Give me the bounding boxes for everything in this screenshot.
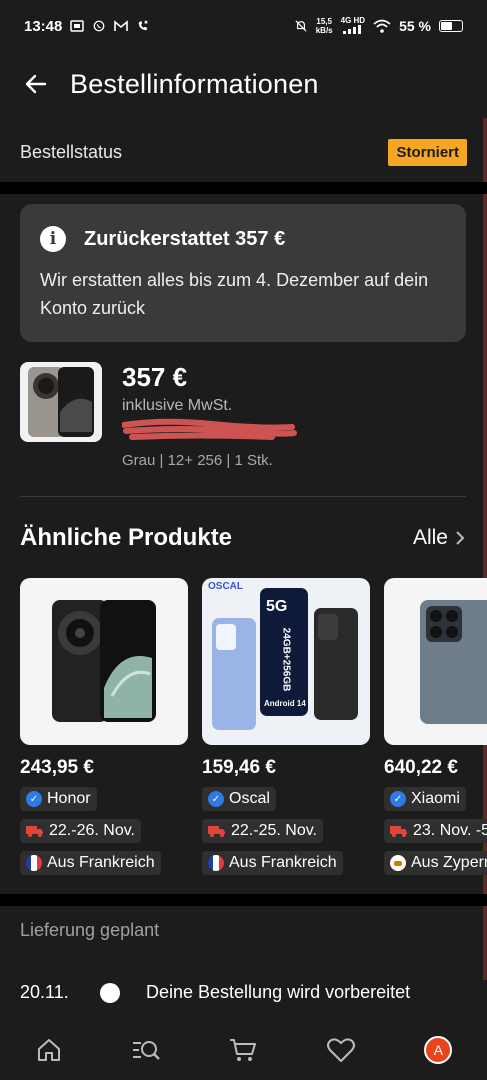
refund-text: Wir erstatten alles bis zum 4. Dezember …: [40, 270, 429, 318]
heart-icon: [326, 1038, 355, 1062]
brand-name: Honor: [47, 790, 91, 807]
status-bar: 13:48 15,5 kB/s 4G HD 55 %: [0, 0, 487, 52]
battery-icon: [439, 20, 463, 32]
redacted-scribble: [121, 418, 297, 440]
home-icon: [37, 1039, 60, 1061]
refund-title: Zurückerstattet 357 €: [84, 227, 286, 250]
order-status-row: Bestellstatus Storniert: [0, 128, 487, 176]
origin-text: Aus Frankreich: [229, 854, 337, 871]
origin-chip: Aus Frankreich: [20, 851, 161, 875]
product-card[interactable]: OSCAL 5G 24GB+256GB Android 14 159,46 € …: [202, 578, 370, 876]
order-status-label: Bestellstatus: [20, 141, 123, 162]
status-time: 13:48: [24, 17, 63, 35]
nav-wishlist[interactable]: [317, 1026, 365, 1074]
similar-products-heading: Ähnliche Produkte: [20, 524, 233, 551]
france-flag-icon: [208, 855, 224, 871]
nav-categories[interactable]: [122, 1026, 170, 1074]
delivery-timeline-item: 20.11. Deine Bestellung wird vorbereitet: [20, 982, 466, 1003]
delivery-date: 23. Nov. -5: [413, 822, 487, 839]
xiaomi-phone-image: [420, 600, 487, 724]
truck-icon: [208, 826, 225, 837]
delivery-chip: 22.-25. Nov.: [202, 819, 323, 843]
verified-icon: ✓: [208, 791, 224, 807]
verified-icon: ✓: [390, 791, 406, 807]
phone-image: [28, 367, 94, 437]
truck-icon: [390, 826, 407, 837]
similar-price: 243,95 €: [20, 757, 94, 778]
status-badge: Storniert: [388, 138, 467, 166]
similar-products-header: Ähnliche Produkte Alle: [20, 518, 466, 558]
vat-note: inklusive MwSt.: [122, 397, 233, 414]
cart-icon: [230, 1039, 257, 1061]
product-image[interactable]: [384, 578, 487, 745]
battery-percent: 55 %: [399, 18, 431, 34]
product-image[interactable]: OSCAL 5G 24GB+256GB Android 14: [202, 578, 370, 745]
verified-icon: ✓: [26, 791, 42, 807]
nav-home[interactable]: [25, 1026, 73, 1074]
brand-chip: ✓ Oscal: [202, 787, 276, 811]
product-image[interactable]: [20, 578, 188, 745]
brand-name: Xiaomi: [411, 790, 460, 807]
signal-strength: 4G HD: [341, 16, 365, 36]
similar-price: 159,46 €: [202, 757, 276, 778]
ordered-product[interactable]: 357 € inklusive MwSt. Grau | 12+ 256 | 1…: [20, 362, 466, 482]
delivery-label: Lieferung geplant: [20, 920, 160, 940]
section-divider: [0, 894, 487, 906]
delivery-date: 22.-25. Nov.: [231, 822, 317, 839]
back-button[interactable]: [20, 68, 52, 100]
sim-card-icon: [70, 20, 85, 32]
5g-badge: 5G: [266, 598, 288, 615]
refund-info-card: i Zurückerstattet 357 € Wir erstatten al…: [20, 204, 466, 342]
arrow-left-icon: [25, 74, 47, 94]
timeline-dot: [100, 982, 120, 1003]
wifi-icon: [373, 19, 391, 33]
nav-profile[interactable]: A: [414, 1026, 462, 1074]
brand-chip: ✓ Honor: [20, 787, 97, 811]
see-all-label: Alle: [412, 526, 448, 549]
product-card[interactable]: 640,22 € ✓ Xiaomi 23. Nov. -5 Aus Zypern: [384, 578, 487, 875]
france-flag-icon: [26, 855, 42, 871]
divider: [20, 496, 466, 497]
similar-price: 640,22 €: [384, 757, 458, 778]
delivery-date: 22.-26. Nov.: [49, 822, 135, 839]
memory-spec: 24GB+256GB: [280, 627, 292, 692]
android-version: Android 14: [264, 699, 306, 708]
chevron-right-icon: [456, 531, 465, 545]
delivery-chip: 22.-26. Nov.: [20, 819, 141, 843]
origin-chip: Aus Zypern: [384, 851, 487, 875]
bottom-navigation: A: [0, 1020, 487, 1080]
gmail-icon: [114, 20, 129, 31]
similar-products-carousel[interactable]: 243,95 € ✓ Honor 22.-26. Nov. Aus Frankre…: [20, 578, 487, 878]
product-price: 357 €: [122, 362, 188, 392]
search-list-icon: [133, 1041, 160, 1060]
origin-text: Aus Zypern: [411, 854, 487, 871]
cyprus-flag-icon: [390, 855, 406, 871]
honor-phone-image: [52, 600, 156, 722]
product-thumbnail[interactable]: [20, 362, 102, 442]
brand-chip: ✓ Xiaomi: [384, 787, 466, 811]
origin-text: Aus Frankreich: [47, 854, 155, 871]
truck-icon: [26, 826, 43, 837]
product-variant: Grau | 12+ 256 | 1 Stk.: [122, 452, 273, 469]
page-title: Bestellinformationen: [70, 68, 319, 99]
delivery-chip: 23. Nov. -5: [384, 819, 487, 843]
see-all-link[interactable]: Alle: [413, 526, 466, 550]
missed-call-icon: [139, 20, 149, 31]
mute-icon: [295, 20, 307, 32]
section-divider: [0, 182, 487, 194]
net-speed: 15,5 kB/s: [315, 17, 333, 35]
profile-avatar: A: [424, 1036, 453, 1064]
delivery-date: 20.11.: [20, 982, 69, 1002]
brand-name: Oscal: [229, 790, 270, 807]
signal-bars-icon: [342, 25, 361, 34]
whatsapp-icon: [94, 20, 105, 32]
info-icon: i: [40, 226, 66, 252]
delivery-status-text: Deine Bestellung wird vorbereitet: [146, 982, 411, 1002]
nav-cart[interactable]: [219, 1026, 267, 1074]
origin-chip: Aus Frankreich: [202, 851, 343, 875]
app-bar: Bestellinformationen: [0, 52, 487, 116]
product-card[interactable]: 243,95 € ✓ Honor 22.-26. Nov. Aus Frankre…: [20, 578, 188, 876]
